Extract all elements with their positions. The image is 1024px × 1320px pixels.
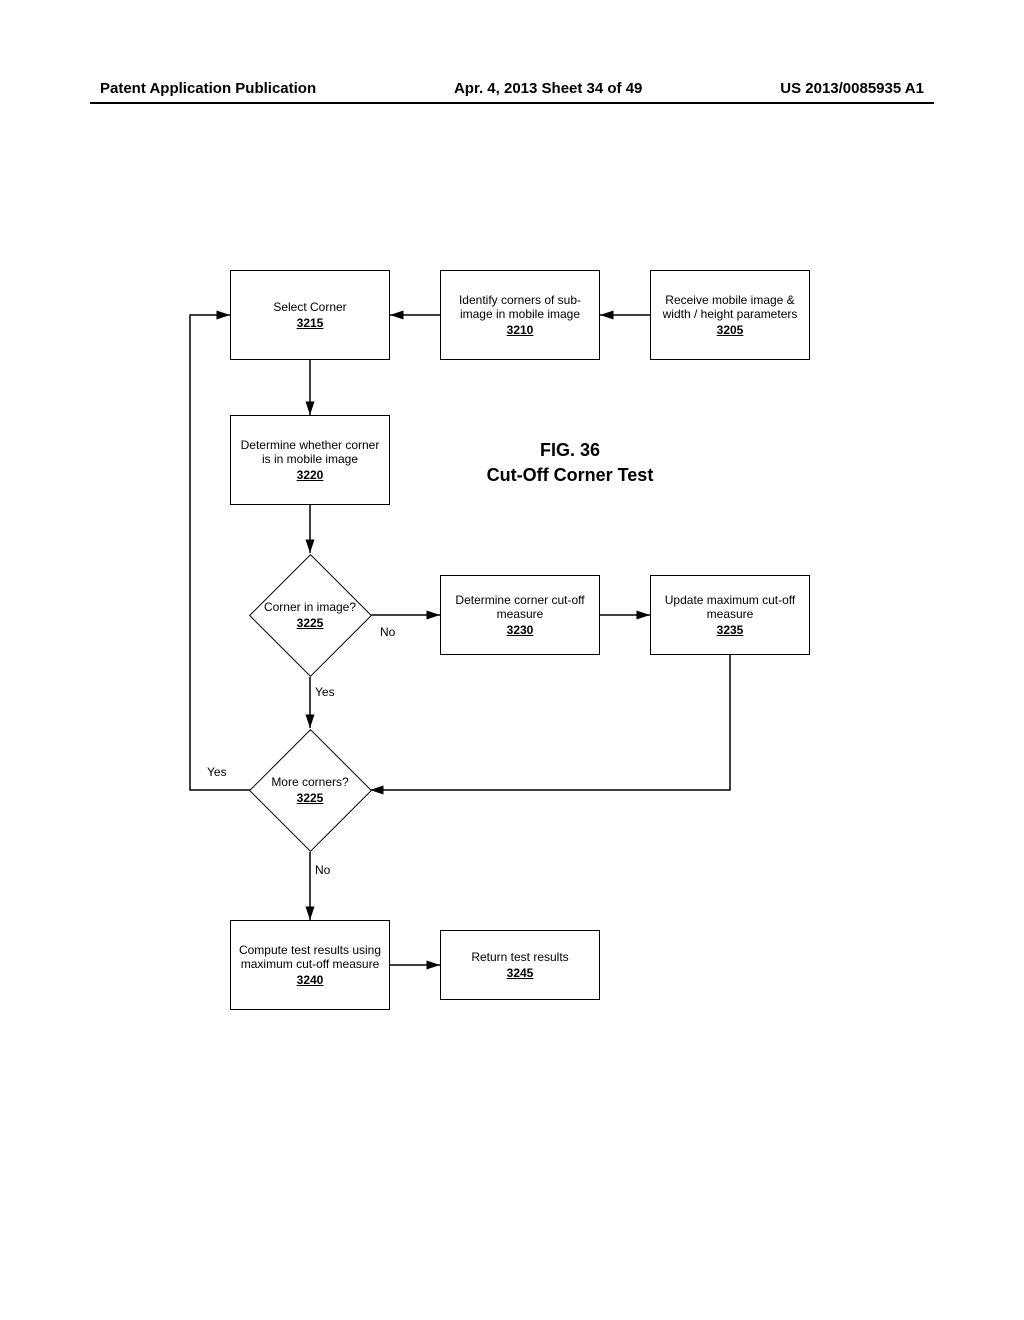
box-text: Select Corner	[273, 300, 346, 314]
figure-number: FIG. 36	[470, 440, 670, 461]
decision-ref: 3225	[297, 616, 324, 630]
box-text: Determine corner cut-off measure	[446, 593, 594, 621]
label-no-1: No	[380, 625, 395, 639]
flowchart-diagram: Select Corner 3215 Identify corners of s…	[170, 270, 810, 1060]
box-3245: Return test results 3245	[440, 930, 600, 1000]
decision-text: Corner in image?	[264, 600, 356, 614]
box-ref: 3245	[507, 966, 534, 980]
label-yes-1: Yes	[315, 685, 335, 699]
box-text: Identify corners of sub-image in mobile …	[446, 293, 594, 321]
box-text: Receive mobile image & width / height pa…	[656, 293, 804, 321]
decision-text: More corners?	[271, 775, 348, 789]
box-ref: 3235	[717, 623, 744, 637]
decision-3225b: More corners? 3225	[250, 730, 370, 850]
box-3235: Update maximum cut-off measure 3235	[650, 575, 810, 655]
label-yes-2: Yes	[207, 765, 227, 779]
label-no-2: No	[315, 863, 330, 877]
header-center: Apr. 4, 2013 Sheet 34 of 49	[454, 80, 642, 97]
box-ref: 3230	[507, 623, 534, 637]
header-right: US 2013/0085935 A1	[780, 80, 924, 97]
page-header: Patent Application Publication Apr. 4, 2…	[0, 80, 1024, 97]
box-3215: Select Corner 3215	[230, 270, 390, 360]
box-3220: Determine whether corner is in mobile im…	[230, 415, 390, 505]
box-ref: 3220	[297, 468, 324, 482]
decision-ref: 3225	[297, 791, 324, 805]
box-3210: Identify corners of sub-image in mobile …	[440, 270, 600, 360]
box-3240: Compute test results using maximum cut-o…	[230, 920, 390, 1010]
box-text: Return test results	[471, 950, 568, 964]
figure-title: Cut-Off Corner Test	[450, 465, 690, 486]
header-divider	[90, 102, 934, 104]
header-left: Patent Application Publication	[100, 80, 316, 97]
box-ref: 3205	[717, 323, 744, 337]
decision-3225a: Corner in image? 3225	[250, 555, 370, 675]
box-ref: 3215	[297, 316, 324, 330]
box-ref: 3240	[297, 973, 324, 987]
box-text: Compute test results using maximum cut-o…	[236, 943, 384, 971]
box-text: Determine whether corner is in mobile im…	[236, 438, 384, 466]
box-ref: 3210	[507, 323, 534, 337]
box-3205: Receive mobile image & width / height pa…	[650, 270, 810, 360]
box-text: Update maximum cut-off measure	[656, 593, 804, 621]
box-3230: Determine corner cut-off measure 3230	[440, 575, 600, 655]
